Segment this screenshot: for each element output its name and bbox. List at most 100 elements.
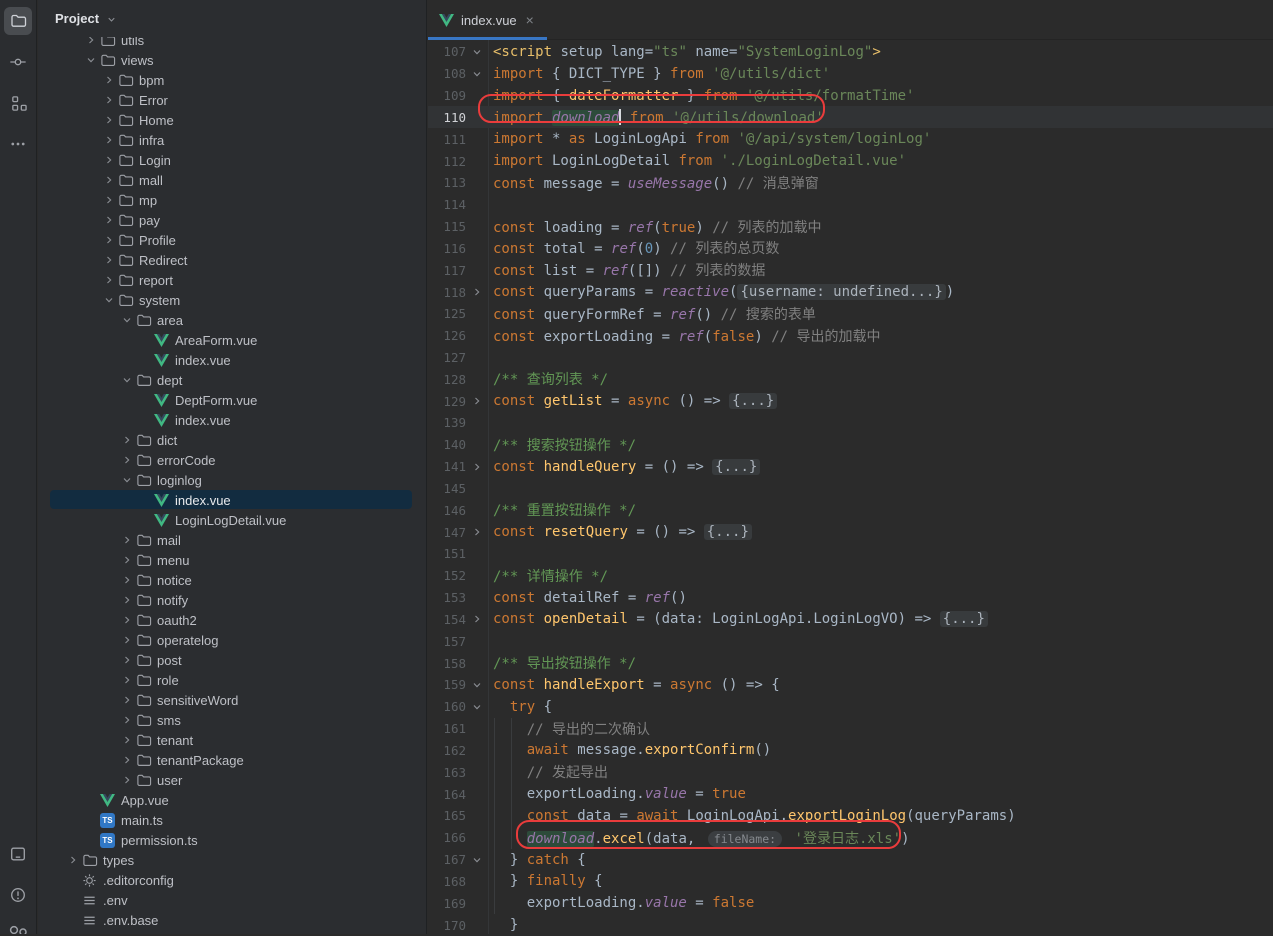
code-line-108[interactable]: 108import { DICT_TYPE } from '@/utils/di… — [428, 63, 1273, 85]
tree-item-post[interactable]: post — [38, 650, 425, 670]
chevron-right-icon[interactable] — [117, 654, 136, 666]
tree-item-login[interactable]: Login — [38, 150, 425, 170]
chevron-right-icon[interactable] — [99, 174, 118, 186]
tree-item-notice[interactable]: notice — [38, 570, 425, 590]
code-line-139[interactable]: 139 — [428, 412, 1273, 434]
tree-item-dict[interactable]: dict — [38, 430, 425, 450]
tree-item-mail[interactable]: mail — [38, 530, 425, 550]
chevron-down-icon[interactable] — [117, 374, 136, 386]
code-line-114[interactable]: 114 — [428, 194, 1273, 216]
chevron-down-icon[interactable] — [99, 294, 118, 306]
code-line-151[interactable]: 151 — [428, 543, 1273, 565]
tree-item-infra[interactable]: infra — [38, 130, 425, 150]
tree-item-redirect[interactable]: Redirect — [38, 250, 425, 270]
code-line-153[interactable]: 153const detailRef = ref() — [428, 587, 1273, 609]
tree-item-types[interactable]: types — [38, 850, 425, 870]
code-line-112[interactable]: 112import LoginLogDetail from './LoginLo… — [428, 150, 1273, 172]
code-line-165[interactable]: 165 const data = await LoginLogApi.expor… — [428, 805, 1273, 827]
tree-item-index-vue[interactable]: index.vue — [38, 350, 425, 370]
fold-toggle-closed[interactable] — [466, 526, 488, 538]
tree-item-deptform-vue[interactable]: DeptForm.vue — [38, 390, 425, 410]
commit-tool-button[interactable] — [4, 48, 32, 76]
tree-item-sensitiveword[interactable]: sensitiveWord — [38, 690, 425, 710]
fold-toggle-open[interactable] — [466, 679, 488, 691]
chevron-right-icon[interactable] — [117, 674, 136, 686]
fold-toggle-open[interactable] — [466, 46, 488, 58]
code-line-116[interactable]: 116const total = ref(0) // 列表的总页数 — [428, 237, 1273, 259]
tree-item-utils[interactable]: utils — [38, 37, 425, 50]
code-line-170[interactable]: 170 } — [428, 914, 1273, 936]
code-line-147[interactable]: 147const resetQuery = () => {...} — [428, 521, 1273, 543]
folded-region[interactable]: {...} — [940, 611, 988, 627]
code-viewport[interactable]: 107<script setup lang="ts" name="SystemL… — [428, 41, 1273, 936]
tree-item-user[interactable]: user — [38, 770, 425, 790]
code-line-129[interactable]: 129const getList = async () => {...} — [428, 390, 1273, 412]
folded-region[interactable]: {username: undefined...} — [737, 284, 945, 300]
tree-item-notify[interactable]: notify — [38, 590, 425, 610]
chevron-right-icon[interactable] — [117, 554, 136, 566]
code-line-161[interactable]: 161 // 导出的二次确认 — [428, 718, 1273, 740]
tree-item-main-ts[interactable]: TSmain.ts — [38, 810, 425, 830]
tree-item-tenantpackage[interactable]: tenantPackage — [38, 750, 425, 770]
code-line-152[interactable]: 152/** 详情操作 */ — [428, 565, 1273, 587]
code-line-109[interactable]: 109import { dateFormatter } from '@/util… — [428, 85, 1273, 107]
code-line-168[interactable]: 168 } finally { — [428, 870, 1273, 892]
tree-item-mp[interactable]: mp — [38, 190, 425, 210]
chevron-right-icon[interactable] — [117, 534, 136, 546]
code-line-164[interactable]: 164 exportLoading.value = true — [428, 783, 1273, 805]
fold-toggle-open[interactable] — [466, 701, 488, 713]
tree-item-index-vue[interactable]: index.vue — [38, 490, 425, 510]
code-line-111[interactable]: 111import * as LoginLogApi from '@/api/s… — [428, 128, 1273, 150]
chevron-right-icon[interactable] — [99, 254, 118, 266]
fold-toggle-closed[interactable] — [466, 461, 488, 473]
code-line-113[interactable]: 113const message = useMessage() // 消息弹窗 — [428, 172, 1273, 194]
chevron-right-icon[interactable] — [99, 94, 118, 106]
code-line-140[interactable]: 140/** 搜索按钮操作 */ — [428, 434, 1273, 456]
tree-item-areaform-vue[interactable]: AreaForm.vue — [38, 330, 425, 350]
tree-item-system[interactable]: system — [38, 290, 425, 310]
chevron-right-icon[interactable] — [99, 154, 118, 166]
code-line-141[interactable]: 141const handleQuery = () => {...} — [428, 456, 1273, 478]
chevron-right-icon[interactable] — [117, 434, 136, 446]
chevron-right-icon[interactable] — [63, 854, 82, 866]
chevron-right-icon[interactable] — [99, 74, 118, 86]
fold-toggle-closed[interactable] — [466, 613, 488, 625]
code-line-159[interactable]: 159const handleExport = async () => { — [428, 674, 1273, 696]
code-line-128[interactable]: 128/** 查询列表 */ — [428, 368, 1273, 390]
folded-region[interactable]: {...} — [704, 524, 752, 540]
fold-toggle-closed[interactable] — [466, 286, 488, 298]
code-line-118[interactable]: 118const queryParams = reactive({usernam… — [428, 281, 1273, 303]
chevron-right-icon[interactable] — [117, 574, 136, 586]
tab-close-icon[interactable]: × — [526, 13, 534, 27]
code-line-167[interactable]: 167 } catch { — [428, 849, 1273, 871]
chevron-right-icon[interactable] — [117, 694, 136, 706]
chevron-right-icon[interactable] — [117, 634, 136, 646]
services-tool-button[interactable] — [4, 922, 32, 934]
code-line-110[interactable]: 110import download from '@/utils/downloa… — [428, 106, 1273, 128]
code-line-162[interactable]: 162 await message.exportConfirm() — [428, 740, 1273, 762]
tree-item-tenant[interactable]: tenant — [38, 730, 425, 750]
tree-item--editorconfig[interactable]: .editorconfig — [38, 870, 425, 890]
tree-item--env-base[interactable]: .env.base — [38, 910, 425, 930]
tree-item-sms[interactable]: sms — [38, 710, 425, 730]
code-line-160[interactable]: 160 try { — [428, 696, 1273, 718]
chevron-down-icon[interactable] — [81, 54, 100, 66]
fold-toggle-open[interactable] — [466, 68, 488, 80]
project-tool-button[interactable] — [4, 7, 32, 35]
chevron-right-icon[interactable] — [99, 234, 118, 246]
tree-item-mall[interactable]: mall — [38, 170, 425, 190]
chevron-down-icon[interactable] — [117, 474, 136, 486]
chevron-right-icon[interactable] — [117, 594, 136, 606]
chevron-right-icon[interactable] — [117, 714, 136, 726]
folded-region[interactable]: {...} — [712, 459, 760, 475]
code-line-107[interactable]: 107<script setup lang="ts" name="SystemL… — [428, 41, 1273, 63]
tree-item-app-vue[interactable]: App.vue — [38, 790, 425, 810]
tree-item-loginlog[interactable]: loginlog — [38, 470, 425, 490]
code-line-127[interactable]: 127 — [428, 347, 1273, 369]
tree-item-index-vue[interactable]: index.vue — [38, 410, 425, 430]
chevron-right-icon[interactable] — [117, 754, 136, 766]
tree-item-menu[interactable]: menu — [38, 550, 425, 570]
tree-item-error[interactable]: Error — [38, 90, 425, 110]
terminal-tool-button[interactable] — [4, 840, 32, 868]
code-line-117[interactable]: 117const list = ref([]) // 列表的数据 — [428, 259, 1273, 281]
